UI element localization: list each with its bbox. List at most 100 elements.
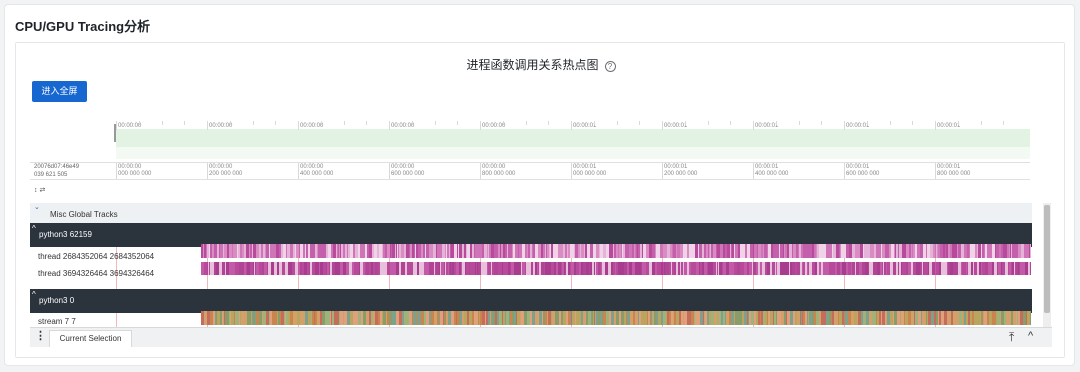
heat-slice	[843, 262, 846, 275]
heat-slice	[934, 311, 936, 325]
heat-slice	[911, 262, 913, 275]
misc-global-tracks-row[interactable]: ⌄ Misc Global Tracks	[30, 203, 1032, 223]
heat-slice	[729, 311, 731, 325]
scrollbar-thumb[interactable]	[1044, 205, 1050, 313]
heat-slice	[808, 262, 809, 275]
heat-slice	[439, 262, 440, 275]
heat-slice	[456, 262, 459, 275]
heat-slice	[890, 311, 893, 325]
heat-slice	[252, 244, 253, 258]
heat-slice	[317, 311, 320, 325]
heat-slice	[580, 244, 581, 258]
heat-slice	[344, 311, 347, 325]
heat-slice	[399, 262, 401, 275]
help-icon[interactable]: ?	[604, 61, 616, 72]
pin-top-icon[interactable]: ⤒	[1009, 330, 1014, 345]
heat-slice	[220, 311, 222, 325]
heat-slice	[793, 311, 795, 325]
process-header-python3-0[interactable]: ^ python3 0	[30, 289, 1032, 313]
heat-slice	[1012, 262, 1014, 275]
heat-slice	[798, 244, 799, 258]
heat-slice	[982, 262, 985, 275]
heat-slice	[272, 262, 274, 275]
heat-slice	[705, 311, 707, 325]
heat-slice	[303, 311, 305, 325]
heat-slice	[857, 311, 858, 325]
heat-slice	[546, 244, 547, 258]
heat-slice	[802, 262, 803, 275]
heat-slice	[539, 244, 540, 258]
heat-slice	[484, 262, 487, 275]
heat-slice	[770, 262, 772, 275]
heat-slice	[902, 244, 903, 258]
heat-slice	[513, 244, 515, 258]
chevron-up-icon[interactable]: ^	[1028, 330, 1033, 342]
heat-slice	[989, 311, 992, 325]
heat-slice	[538, 311, 539, 325]
minimap-overview[interactable]	[116, 129, 1030, 147]
heat-slice	[208, 262, 209, 275]
heat-slice	[987, 244, 989, 258]
heat-slice	[363, 244, 365, 258]
chevron-down-icon[interactable]: ⌄	[34, 203, 40, 211]
heat-slice	[216, 262, 219, 275]
more-vertical-icon[interactable]: ⋮	[35, 331, 46, 342]
heat-slice	[380, 311, 382, 325]
heat-slice	[517, 311, 520, 325]
heat-slice	[869, 262, 871, 275]
heat-slice	[594, 311, 595, 325]
tab-current-selection[interactable]: Current Selection	[49, 330, 132, 347]
heat-slice	[559, 311, 560, 325]
heat-slice	[373, 262, 375, 275]
heatmap-stream[interactable]	[201, 311, 1031, 325]
heat-slice	[849, 311, 851, 325]
heat-slice	[450, 244, 451, 258]
heat-slice	[754, 244, 757, 258]
heat-slice	[232, 262, 235, 275]
heat-slice	[803, 311, 805, 325]
heat-slice	[1000, 311, 1001, 325]
heat-slice	[512, 244, 513, 258]
fullscreen-button[interactable]: 进入全屏	[32, 81, 87, 102]
heat-slice	[613, 262, 615, 275]
heat-slice	[378, 262, 380, 275]
ruler-tick-sublabel: 600 000 000	[391, 171, 425, 177]
heat-slice	[980, 311, 981, 325]
heat-slice	[812, 244, 814, 258]
page-title: CPU/GPU Tracing分析	[15, 19, 151, 34]
vertical-scrollbar[interactable]	[1043, 203, 1051, 347]
heat-slice	[967, 262, 968, 275]
heat-slice	[737, 311, 740, 325]
heat-slice	[1029, 244, 1030, 258]
heat-slice	[707, 262, 708, 275]
heat-slice	[710, 244, 711, 258]
heatmap-thread-1[interactable]	[201, 244, 1031, 258]
heat-slice	[874, 311, 876, 325]
chevron-up-icon[interactable]: ^	[32, 290, 36, 299]
heat-slice	[223, 311, 224, 325]
heat-slice	[277, 311, 278, 325]
heat-slice	[897, 311, 900, 325]
heat-slice	[1024, 262, 1025, 275]
heat-slice	[423, 244, 425, 258]
heat-slice	[469, 311, 472, 325]
zoom-icons[interactable]: ↕ ⇄	[34, 186, 45, 194]
chevron-up-icon[interactable]: ^	[32, 224, 36, 233]
heat-slice	[545, 262, 548, 275]
heat-slice	[256, 262, 259, 275]
heat-slice	[938, 311, 939, 325]
heat-slice	[637, 244, 638, 258]
heat-slice	[555, 311, 558, 325]
trace-viewer[interactable]: 00:00:00 00:00:00 00:00:00 00:00:00 00:00:00…	[30, 117, 1052, 347]
heat-slice	[913, 244, 915, 258]
heat-slice	[882, 311, 885, 325]
heat-slice	[296, 311, 297, 325]
heat-slice	[494, 311, 495, 325]
heat-slice	[470, 244, 472, 258]
heatmap-thread-2[interactable]	[201, 262, 1031, 275]
heat-slice	[753, 262, 756, 275]
heat-slice	[970, 244, 973, 258]
heat-slice	[335, 262, 338, 275]
heat-slice	[491, 311, 493, 325]
heat-slice	[689, 244, 692, 258]
